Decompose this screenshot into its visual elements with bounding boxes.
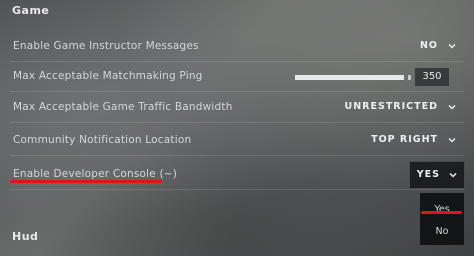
setting-row-developer-console[interactable]: Enable Developer Console (~) (10, 162, 464, 190)
setting-row-traffic-bandwidth[interactable]: Max Acceptable Game Traffic Bandwidth UN… (10, 95, 464, 123)
setting-label: Enable Developer Console (~) (13, 168, 178, 180)
setting-value[interactable]: NO (420, 40, 438, 51)
setting-label: Max Acceptable Game Traffic Bandwidth (13, 101, 233, 113)
setting-label: Max Acceptable Matchmaking Ping (13, 70, 203, 82)
ping-value-input[interactable]: 350 (414, 67, 450, 87)
setting-label: Enable Game Instructor Messages (13, 40, 199, 52)
highlight-underline (421, 211, 462, 214)
dropdown-option-no[interactable]: No (420, 226, 464, 237)
section-title-hud: Hud (12, 230, 39, 243)
setting-value[interactable]: YES (417, 169, 440, 180)
ping-slider-fill (295, 75, 408, 80)
chevron-down-icon[interactable] (448, 136, 456, 144)
developer-console-dropdown[interactable]: YES (409, 161, 465, 189)
chevron-down-icon[interactable] (448, 103, 456, 111)
setting-row-matchmaking-ping[interactable]: Max Acceptable Matchmaking Ping 350 (10, 64, 464, 92)
setting-value[interactable]: UNRESTRICTED (345, 101, 438, 112)
highlight-underline (10, 180, 162, 183)
setting-row-notification-location[interactable]: Community Notification Location TOP RIGH… (10, 128, 464, 156)
section-title-game: Game (12, 4, 50, 17)
setting-row-game-instructor[interactable]: Enable Game Instructor Messages NO (10, 34, 464, 62)
setting-value[interactable]: TOP RIGHT (371, 134, 438, 145)
chevron-down-icon[interactable] (448, 42, 456, 50)
ping-slider-handle[interactable] (403, 73, 408, 82)
chevron-down-icon[interactable] (449, 171, 457, 179)
ping-slider[interactable] (295, 73, 411, 82)
dropdown-options-list: Yes No (420, 193, 464, 245)
setting-label: Community Notification Location (13, 134, 192, 146)
